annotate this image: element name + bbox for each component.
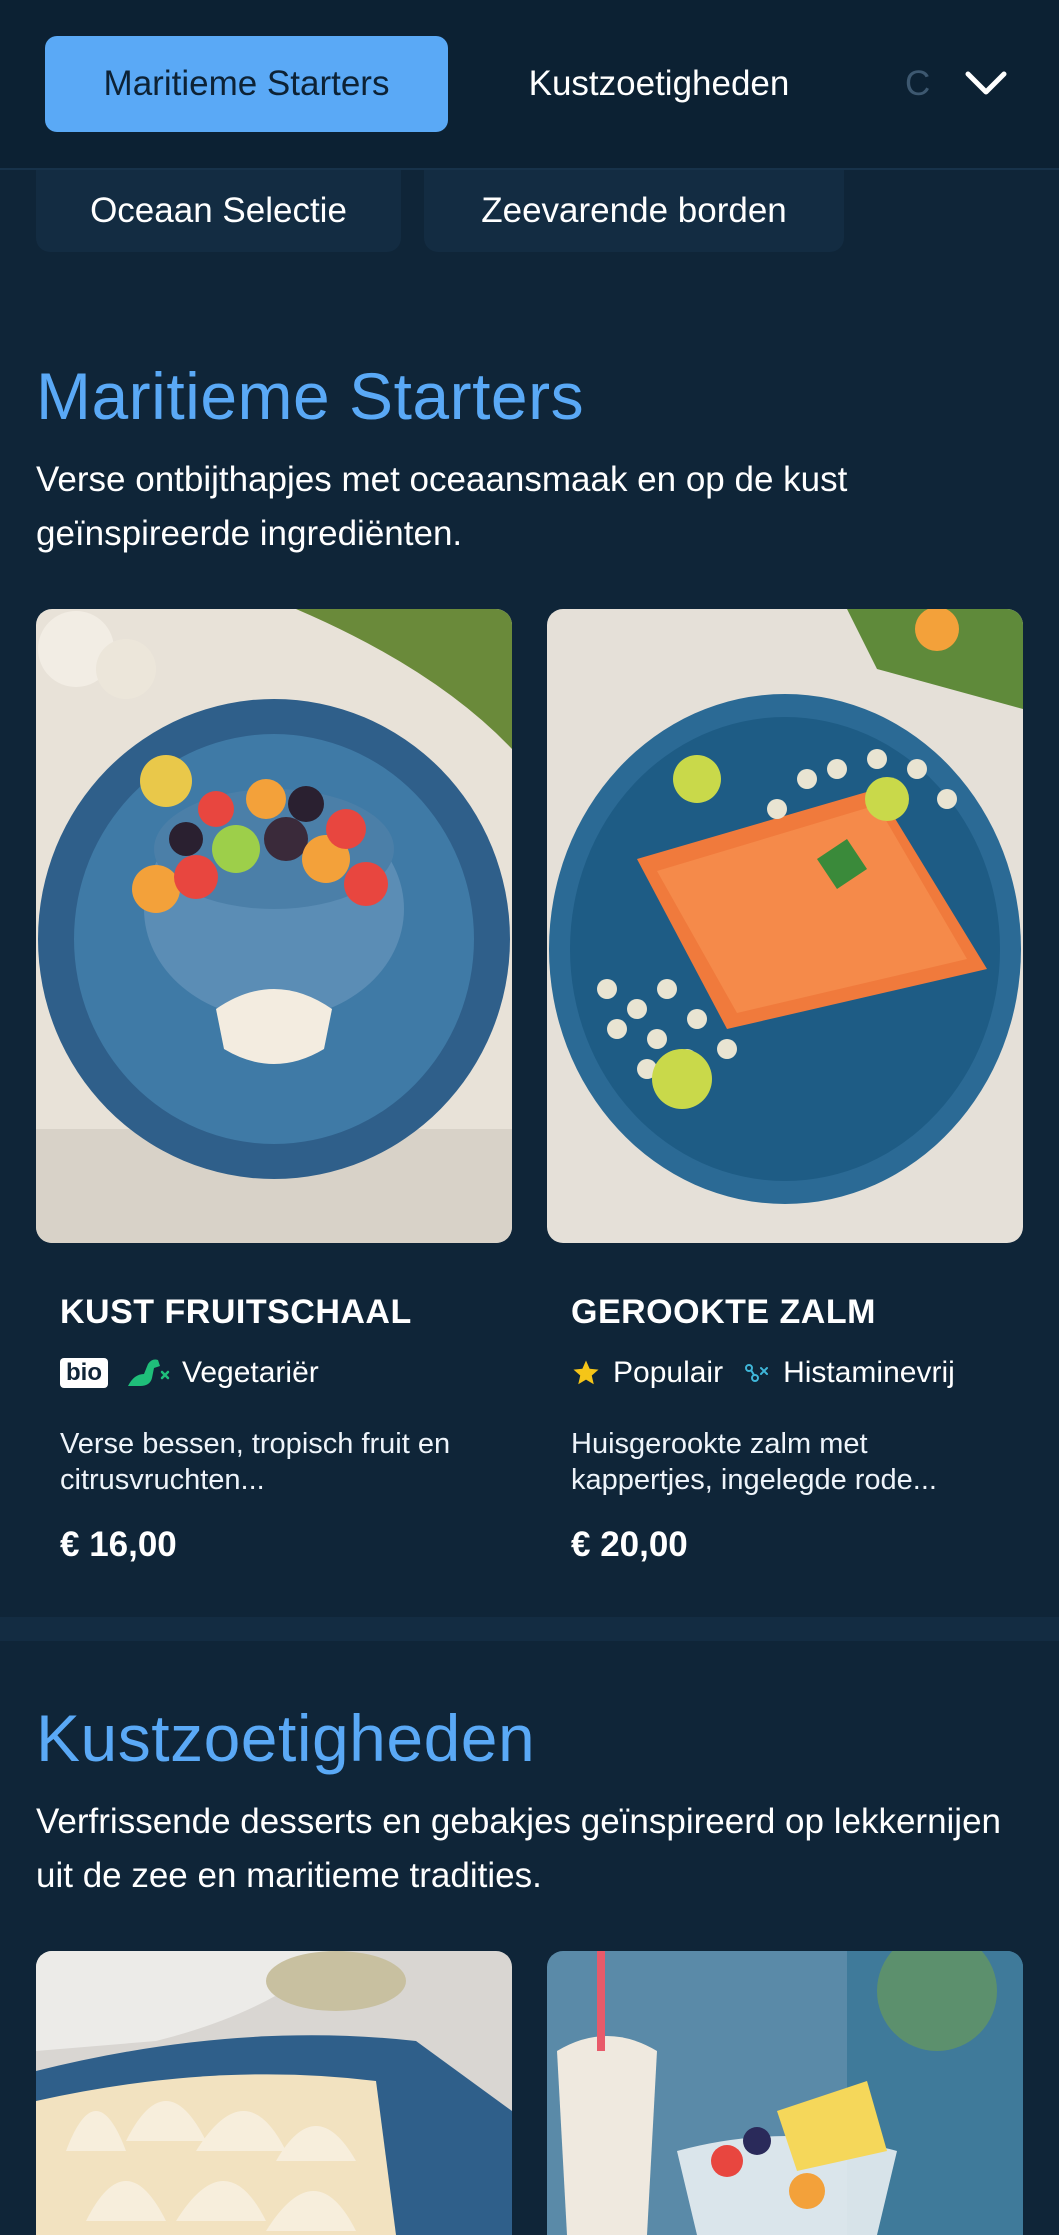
star-icon xyxy=(571,1358,601,1388)
tab-partial-hidden[interactable]: C xyxy=(905,36,965,132)
fruit-dessert-image[interactable] xyxy=(547,1951,1023,2235)
tag-label: Vegetariër xyxy=(182,1356,319,1389)
chevron-down-icon[interactable] xyxy=(960,58,1012,110)
section-description-kustzoetigheden: Verfrissende desserts en gebakjes geïnsp… xyxy=(36,1802,1002,1895)
tab-maritieme-starters[interactable]: Maritieme Starters xyxy=(45,36,448,132)
section-title-starters: Maritieme Starters xyxy=(36,359,585,433)
tab-kustzoetigheden[interactable]: Kustzoetigheden xyxy=(470,36,848,132)
tag-vegetarian: Vegetariër xyxy=(126,1356,319,1390)
tag-bio: bio xyxy=(60,1358,108,1388)
tag-label: Populair xyxy=(613,1356,724,1389)
dish-description: Verse bessen, tropisch fruit en citrusvr… xyxy=(60,1428,451,1496)
section-description-starters: Verse ontbijthapjes met oceaansmaak en o… xyxy=(36,460,848,553)
dish-name: GEROOKTE ZALM xyxy=(571,1293,876,1331)
tag-histamine-free: Histaminevrij xyxy=(741,1356,955,1390)
dish-tags: Populair Histaminevrij xyxy=(571,1356,973,1390)
smoked-salmon-image[interactable] xyxy=(547,609,1023,1243)
meringue-dessert-image[interactable] xyxy=(36,1951,512,2235)
pill-oceaan-selectie[interactable]: Oceaan Selectie xyxy=(36,170,401,252)
histamine-free-icon xyxy=(741,1358,771,1388)
dish-price: € 20,00 xyxy=(571,1525,688,1564)
tag-label: Histaminevrij xyxy=(783,1356,955,1389)
fruit-bowl-image[interactable] xyxy=(36,609,512,1243)
bio-badge: bio xyxy=(60,1358,108,1388)
dish-tags: bio Vegetariër xyxy=(60,1356,337,1390)
category-nav: Maritieme Starters Kustzoetigheden C xyxy=(0,0,1059,170)
dish-price: € 16,00 xyxy=(60,1525,177,1564)
pill-zeevarende-borden[interactable]: Zeevarende borden xyxy=(424,170,844,252)
dish-name: KUST FRUITSCHAAL xyxy=(60,1293,412,1331)
dish-description: Huisgerookte zalm met kappertjes, ingele… xyxy=(571,1428,937,1496)
section-divider xyxy=(0,1617,1059,1641)
section-title-kustzoetigheden: Kustzoetigheden xyxy=(36,1701,536,1775)
tag-popular: Populair xyxy=(571,1356,723,1390)
dinosaur-icon xyxy=(126,1356,170,1390)
